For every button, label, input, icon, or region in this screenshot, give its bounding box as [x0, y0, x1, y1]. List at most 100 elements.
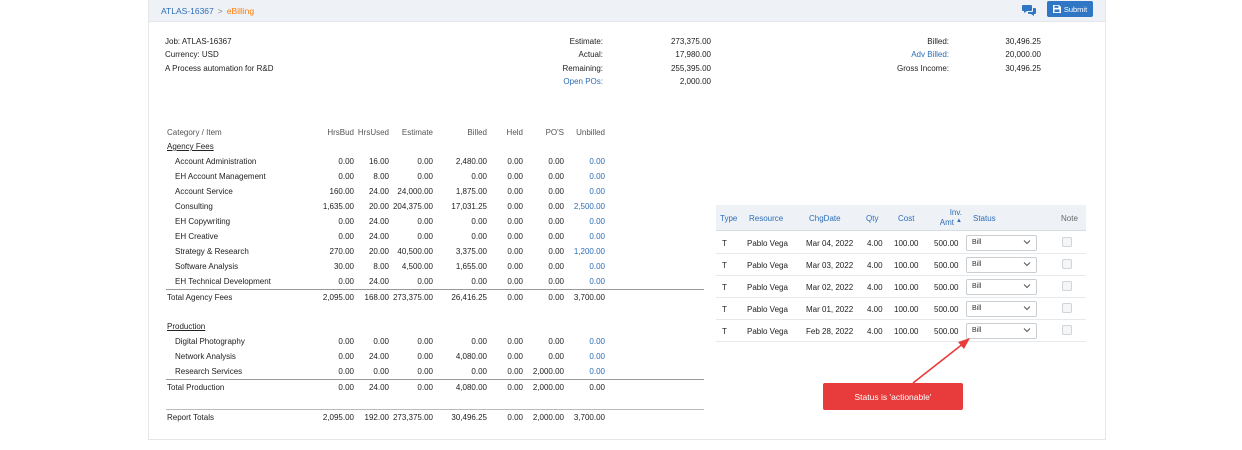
row-cell: 0.00: [507, 187, 523, 196]
billed-label: Billed:: [927, 37, 949, 46]
save-icon: [1052, 5, 1061, 13]
row-cell: 20.00: [368, 202, 389, 211]
row-cell: 0.00: [471, 277, 487, 286]
row-cell: 0.00: [417, 383, 433, 392]
col-type[interactable]: Type: [720, 214, 737, 223]
cell-qty: 4.00: [867, 239, 883, 248]
col-cost[interactable]: Cost: [898, 214, 914, 223]
row-cell: 2,000.00: [532, 367, 564, 376]
row-label: Total Agency Fees: [167, 293, 233, 302]
table-row: Software Analysis 30.00 8.00 4,500.00 1,655.…: [166, 259, 704, 274]
row-cell: 0.00: [338, 337, 354, 346]
row-cell: 24.00: [368, 187, 389, 196]
total-production: Total Production 0.00 24.00 0.00 4,080.00 0.0…: [166, 379, 704, 394]
cell-cost: 100.00: [894, 261, 919, 270]
cell-resource: Pablo Vega: [747, 283, 788, 292]
row-cell: 4,080.00: [455, 383, 487, 392]
row-cell: 24.00: [368, 232, 389, 241]
row-label: Digital Photography: [175, 337, 245, 346]
status-select[interactable]: Bill: [966, 235, 1037, 251]
col-status[interactable]: Status: [973, 214, 996, 223]
row-cell: 30,496.25: [451, 413, 487, 422]
chevron-down-icon: [1023, 262, 1031, 267]
row-cell: 0.00: [589, 337, 605, 346]
row-cell: 0.00: [589, 383, 605, 392]
comments-icon[interactable]: [1022, 4, 1036, 16]
table-row: EH Creative 0.00 24.00 0.00 0.00 0.00 0.00 0.00: [166, 229, 704, 244]
breadcrumb-job-link[interactable]: ATLAS-16367: [161, 6, 214, 16]
table-row: Network Analysis 0.00 24.00 0.00 4,080.00 0.0…: [166, 349, 704, 364]
col-inv-amt-bottom[interactable]: Amt: [930, 218, 954, 227]
row-cell: 20.00: [368, 247, 389, 256]
adv-billed-link[interactable]: Adv Billed:: [869, 48, 949, 61]
row-cell: 0.00: [417, 352, 433, 361]
row-cell: Held: [506, 128, 523, 137]
row-cell: 0.00: [338, 172, 354, 181]
status-select[interactable]: Bill: [966, 301, 1037, 317]
remaining-label: Remaining:: [562, 63, 603, 73]
col-chgdate[interactable]: ChgDate: [809, 214, 841, 223]
row-cell: 0.00: [507, 277, 523, 286]
row-cell: 0.00: [548, 187, 564, 196]
col-qty[interactable]: Qty: [866, 214, 878, 223]
job-currency: Currency: USD: [165, 50, 219, 60]
row-label: Account Service: [175, 187, 233, 196]
row-cell: 192.00: [364, 413, 389, 422]
row-cell: 0.00: [548, 217, 564, 226]
chevron-down-icon: [1023, 284, 1031, 289]
row-label: EH Creative: [175, 232, 219, 241]
sort-asc-icon: ▲: [956, 218, 962, 224]
gross-income-label: Gross Income:: [896, 63, 949, 73]
open-pos-link[interactable]: Open POs:: [529, 75, 603, 88]
row-cell: Unbilled: [576, 128, 605, 137]
row-cell: 0.00: [589, 352, 605, 361]
row-label: EH Copywriting: [175, 217, 231, 226]
time-entry-row: T Pablo Vega Mar 02, 2022 4.00 100.00 500.00 B…: [716, 276, 1086, 298]
submit-button[interactable]: Submit: [1047, 1, 1093, 17]
row-cell: 0.00: [507, 262, 523, 271]
summary-labels: Estimate: Actual: Remaining: Open POs:: [529, 35, 603, 88]
table-row: Research Services 0.00 0.00 0.00 0.00 0.00 2,0…: [166, 364, 704, 379]
job-number: Job: ATLAS-16367: [165, 37, 232, 46]
submit-label: Submit: [1063, 4, 1088, 14]
breadcrumb: ATLAS-16367 > eBilling: [161, 6, 254, 16]
cell-qty: 4.00: [867, 327, 883, 336]
cell-qty: 4.00: [867, 283, 883, 292]
note-checkbox[interactable]: [1062, 281, 1072, 291]
status-select[interactable]: Bill: [966, 323, 1037, 339]
billed-value: 30,496.25: [1005, 37, 1041, 46]
row-cell: 0.00: [417, 172, 433, 181]
row-cell: 0.00: [548, 293, 564, 302]
note-checkbox[interactable]: [1062, 237, 1072, 247]
row-cell: 0.00: [548, 277, 564, 286]
row-cell: 0.00: [471, 367, 487, 376]
cell-chgdate: Feb 28, 2022: [806, 327, 854, 336]
row-cell: 2,095.00: [322, 413, 354, 422]
row-cell: Estimate: [401, 128, 433, 137]
actual-label: Actual:: [578, 50, 603, 60]
note-checkbox[interactable]: [1062, 303, 1072, 313]
table-row: EH Account Management 0.00 8.00 0.00 0.00 0.0…: [166, 169, 704, 184]
status-select[interactable]: Bill: [966, 257, 1037, 273]
note-checkbox[interactable]: [1062, 325, 1072, 335]
row-cell: 0.00: [471, 172, 487, 181]
row-label: Report Totals: [167, 413, 214, 422]
row-cell: 8.00: [373, 262, 389, 271]
status-value: Bill: [972, 261, 982, 268]
note-checkbox[interactable]: [1062, 259, 1072, 269]
row-cell: 0.00: [589, 262, 605, 271]
cell-chgdate: Mar 04, 2022: [806, 239, 854, 248]
row-cell: 3,375.00: [455, 247, 487, 256]
col-resource[interactable]: Resource: [749, 214, 783, 223]
col-inv-amt-top[interactable]: Inv.: [938, 208, 962, 217]
status-select[interactable]: Bill: [966, 279, 1037, 295]
row-cell: 0.00: [338, 352, 354, 361]
row-cell: 2,480.00: [455, 157, 487, 166]
col-note: Note: [1061, 214, 1078, 223]
row-cell: 0.00: [471, 217, 487, 226]
cell-type: T: [722, 283, 727, 292]
table-row: Strategy & Research 270.00 20.00 40,500.00 3…: [166, 244, 704, 259]
time-entry-row: T Pablo Vega Mar 01, 2022 4.00 100.00 500.00 B…: [716, 298, 1086, 320]
row-cell: 1,200.00: [573, 247, 605, 256]
